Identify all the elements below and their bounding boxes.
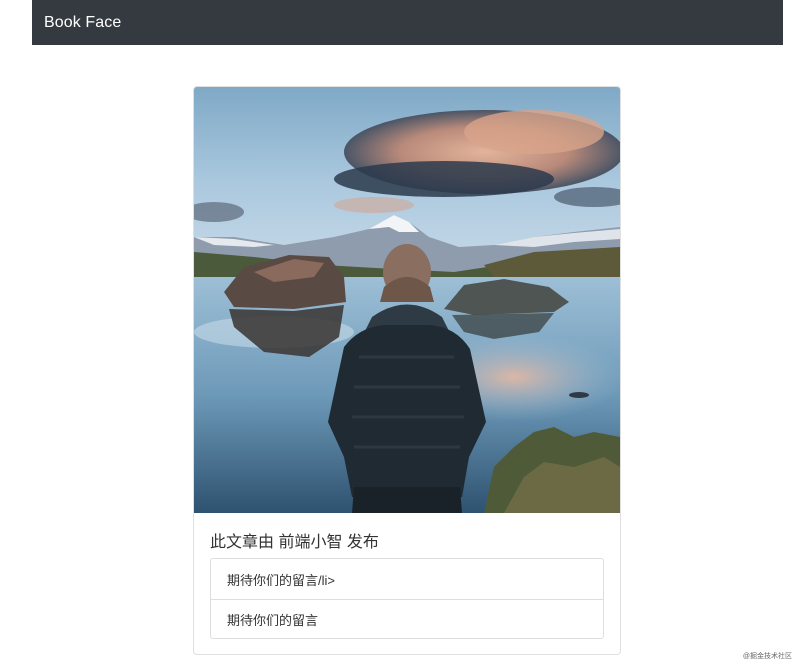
watermark: @掘金技术社区 bbox=[742, 653, 792, 660]
comment-list: 期待你们的留言/li> 期待你们的留言 bbox=[210, 558, 604, 639]
list-item: 期待你们的留言 bbox=[211, 599, 603, 639]
card-title: 此文章由 前端小智 发布 bbox=[210, 534, 379, 551]
post-card: 此文章由 前端小智 发布 期待你们的留言/li> 期待你们的留言 bbox=[193, 86, 621, 655]
card-image bbox=[194, 87, 620, 513]
navbar: Book Face bbox=[32, 0, 783, 45]
navbar-brand[interactable]: Book Face bbox=[44, 14, 121, 32]
list-item: 期待你们的留言/li> bbox=[227, 572, 335, 588]
